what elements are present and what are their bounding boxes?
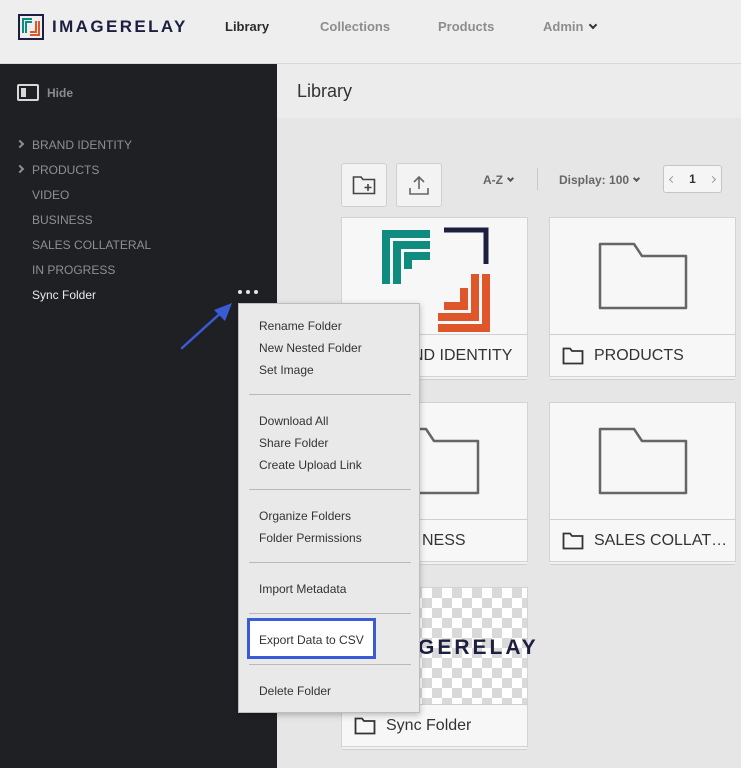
menu-item-rename-folder[interactable]: Rename Folder (259, 319, 342, 333)
more-options-icon[interactable] (238, 290, 258, 298)
brand-name[interactable]: IMAGERELAY (52, 17, 188, 37)
menu-item-download-all[interactable]: Download All (259, 414, 328, 428)
page-title: Library (297, 81, 353, 101)
nav-library[interactable]: Library (225, 19, 269, 34)
nav-admin[interactable]: Admin (543, 19, 598, 34)
sidebar-item-business[interactable]: BUSINESS (0, 210, 277, 235)
sidebar-item-products[interactable]: PRODUCTS (0, 160, 277, 185)
folder-card-label: ND IDENTITY (412, 346, 513, 364)
new-folder-button[interactable] (341, 163, 387, 207)
hide-sidebar-button[interactable]: Hide (17, 84, 73, 101)
menu-item-new-nested-folder[interactable]: New Nested Folder (259, 341, 362, 355)
next-page-icon[interactable] (708, 175, 717, 183)
chevron-down-icon (633, 174, 641, 183)
folder-card-footer: PRODUCTS (550, 334, 735, 376)
sidebar-item-label: BUSINESS (32, 213, 93, 227)
folder-card-label: PRODUCTS (594, 346, 684, 364)
chevron-down-icon (589, 20, 598, 30)
upload-icon (409, 175, 429, 195)
folder-card-sales-collateral[interactable]: SALES COLLATER... (549, 402, 736, 562)
sidebar-item-label: SALES COLLATERAL (32, 238, 152, 252)
folder-thumbnail (550, 403, 735, 519)
folder-card-products[interactable]: PRODUCTS (549, 217, 736, 377)
sidebar-toggle-icon (17, 84, 39, 101)
menu-item-delete-folder[interactable]: Delete Folder (259, 684, 331, 698)
sidebar-item-label: IN PROGRESS (32, 263, 116, 277)
main-header: Library (277, 64, 741, 118)
sidebar-item-in-progress[interactable]: IN PROGRESS (0, 260, 277, 285)
display-label: Display: 100 (559, 173, 630, 187)
sort-dropdown[interactable]: A-Z (483, 173, 515, 187)
folder-icon (598, 242, 687, 310)
menu-item-set-image[interactable]: Set Image (259, 363, 314, 377)
nav-admin-label: Admin (543, 19, 584, 34)
sidebar-item-brand-identity[interactable]: BRAND IDENTITY (0, 135, 277, 160)
sidebar-item-video[interactable]: VIDEO (0, 185, 277, 210)
sidebar-item-label: PRODUCTS (32, 163, 100, 177)
pagination: 1 (663, 165, 722, 193)
page-number[interactable]: 1 (689, 172, 696, 186)
previous-page-icon[interactable] (668, 175, 677, 183)
folder-icon (598, 427, 687, 495)
chevron-down-icon (506, 174, 515, 183)
menu-divider (249, 489, 411, 490)
thumbnail-watermark: GERELAY (418, 636, 539, 659)
folder-icon (562, 532, 584, 549)
folder-icon (562, 347, 584, 364)
display-count-dropdown[interactable]: Display: 100 (559, 173, 641, 187)
menu-item-export-data-to-csv[interactable]: Export Data to CSV (259, 633, 364, 647)
folder-card-footer: SALES COLLATER... (550, 519, 735, 561)
upload-button[interactable] (396, 163, 442, 207)
sidebar: Hide BRAND IDENTITY PRODUCTS VIDEO BUSIN… (0, 64, 277, 768)
folder-context-menu: Rename Folder New Nested Folder Set Imag… (238, 303, 420, 713)
hide-label: Hide (47, 85, 74, 100)
toolbar-divider (537, 168, 538, 190)
folder-card-label: Sync Folder (386, 716, 472, 734)
top-navigation: IMAGERELAY Library Collections Products … (0, 0, 741, 64)
chevron-right-icon[interactable] (15, 139, 25, 149)
menu-divider (249, 664, 411, 665)
sidebar-item-label: Sync Folder (32, 288, 97, 302)
folder-thumbnail (550, 218, 735, 334)
menu-divider (249, 394, 411, 395)
sidebar-item-sales-collateral[interactable]: SALES COLLATERAL (0, 235, 277, 260)
pointer-arrow-icon (180, 303, 232, 350)
folder-icon (354, 717, 376, 734)
menu-divider (249, 613, 411, 614)
folder-card-label: NESS (422, 531, 466, 549)
menu-divider (249, 562, 411, 563)
menu-item-organize-folders[interactable]: Organize Folders (259, 509, 351, 523)
folder-card-label: SALES COLLATER... (594, 531, 735, 549)
folder-tree: BRAND IDENTITY PRODUCTS VIDEO BUSINESS S… (0, 135, 277, 310)
chevron-right-icon[interactable] (15, 164, 25, 174)
nav-collections[interactable]: Collections (320, 19, 390, 34)
menu-item-share-folder[interactable]: Share Folder (259, 436, 328, 450)
sidebar-item-label: VIDEO (32, 188, 70, 202)
sidebar-item-label: BRAND IDENTITY (32, 138, 133, 152)
menu-item-folder-permissions[interactable]: Folder Permissions (259, 531, 362, 545)
nav-products[interactable]: Products (438, 19, 494, 34)
menu-item-create-upload-link[interactable]: Create Upload Link (259, 458, 362, 472)
folder-plus-icon (352, 176, 376, 195)
sort-label: A-Z (483, 173, 503, 187)
menu-item-import-metadata[interactable]: Import Metadata (259, 582, 346, 596)
imagerelay-logo-icon[interactable] (18, 14, 44, 40)
